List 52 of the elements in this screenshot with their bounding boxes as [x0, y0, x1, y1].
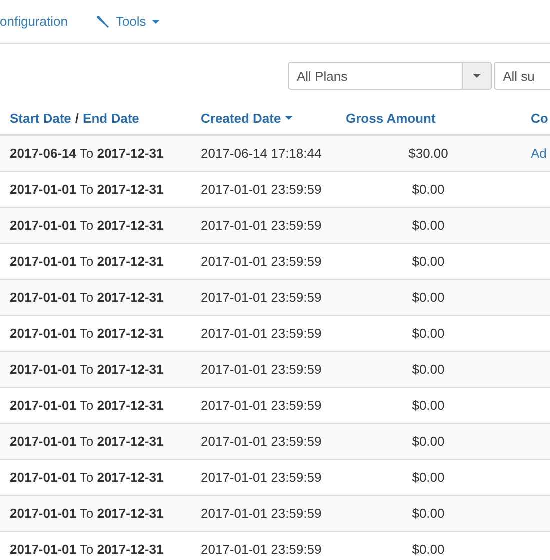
amount-cell-text: $0.00 — [411, 362, 446, 377]
created-date-cell-text: 2017-01-01 23:59:59 — [200, 290, 323, 305]
caret-icon — [473, 74, 482, 78]
created-date-cell-text: 2017-01-01 23:59:59 — [200, 218, 323, 233]
sort-caret-icon — [285, 116, 294, 120]
amount-cell-text: $0.00 — [411, 398, 446, 413]
table-link[interactable]: Ad — [531, 146, 547, 161]
nav-link[interactable]: onfiguration — [0, 14, 68, 29]
amount-cell-text: $0.00 — [411, 182, 446, 197]
created-date-cell-text: 2017-01-01 23:59:59 — [200, 506, 323, 521]
caret-icon — [152, 20, 160, 24]
created-date-cell-text: 2017-01-01 23:59:59 — [200, 326, 323, 341]
amount-cell-text: $0.00 — [411, 542, 446, 557]
date-range-cell-text: 2017-01-01 To 2017-12-31 — [9, 182, 165, 197]
column-header[interactable]: Created Date — [201, 110, 282, 126]
amount-cell-text: $0.00 — [411, 470, 446, 485]
date-range-cell-text: 2017-01-01 To 2017-12-31 — [9, 218, 165, 233]
created-date-cell-text: 2017-01-01 23:59:59 — [200, 182, 323, 197]
date-range-cell-text: 2017-01-01 To 2017-12-31 — [9, 506, 165, 521]
dropdown-button[interactable] — [462, 63, 492, 89]
date-range-cell-text: 2017-01-01 To 2017-12-31 — [9, 398, 165, 413]
amount-cell-text: $30.00 — [408, 146, 450, 161]
subscription-select[interactable]: All su — [494, 62, 550, 90]
date-range-cell-text: 2017-01-01 To 2017-12-31 — [9, 254, 165, 269]
created-date-cell-text: 2017-01-01 23:59:59 — [200, 470, 323, 485]
amount-cell-text: $0.00 — [411, 506, 446, 521]
column-header[interactable]: End Date — [83, 110, 140, 126]
amount-cell-text: $0.00 — [411, 326, 446, 341]
created-date-cell-text: 2017-01-01 23:59:59 — [200, 434, 323, 449]
date-range-cell-text: 2017-01-01 To 2017-12-31 — [9, 542, 165, 557]
screwdriver-icon — [96, 14, 110, 28]
amount-cell-text: $0.00 — [411, 254, 446, 269]
created-date-cell-text: 2017-01-01 23:59:59 — [200, 254, 323, 269]
date-range-cell-text: 2017-01-01 To 2017-12-31 — [9, 326, 165, 341]
date-range-cell-text: 2017-01-01 To 2017-12-31 — [9, 290, 165, 305]
amount-cell-text: $0.00 — [411, 218, 446, 233]
date-range-cell-text: 2017-06-14 To 2017-12-31 — [9, 146, 165, 161]
created-date-cell-text: 2017-01-01 23:59:59 — [200, 542, 323, 557]
created-date-cell-text: 2017-01-01 23:59:59 — [200, 398, 323, 413]
column-header[interactable]: Gross Amount — [346, 110, 436, 126]
tools-menu[interactable]: Tools — [96, 14, 160, 29]
date-range-cell-text: 2017-01-01 To 2017-12-31 — [9, 434, 165, 449]
plan-select[interactable]: All Plans — [288, 62, 492, 90]
created-date-cell-text: 2017-01-01 23:59:59 — [200, 362, 323, 377]
separator-text: / — [75, 110, 80, 126]
date-range-cell-text: 2017-01-01 To 2017-12-31 — [9, 470, 165, 485]
created-date-cell-text: 2017-06-14 17:18:44 — [200, 146, 323, 161]
column-header[interactable]: Co — [531, 110, 548, 126]
amount-cell-text: $0.00 — [411, 434, 446, 449]
date-range-cell-text: 2017-01-01 To 2017-12-31 — [9, 362, 165, 377]
amount-cell-text: $0.00 — [411, 290, 446, 305]
column-header[interactable]: Start Date — [10, 110, 72, 126]
